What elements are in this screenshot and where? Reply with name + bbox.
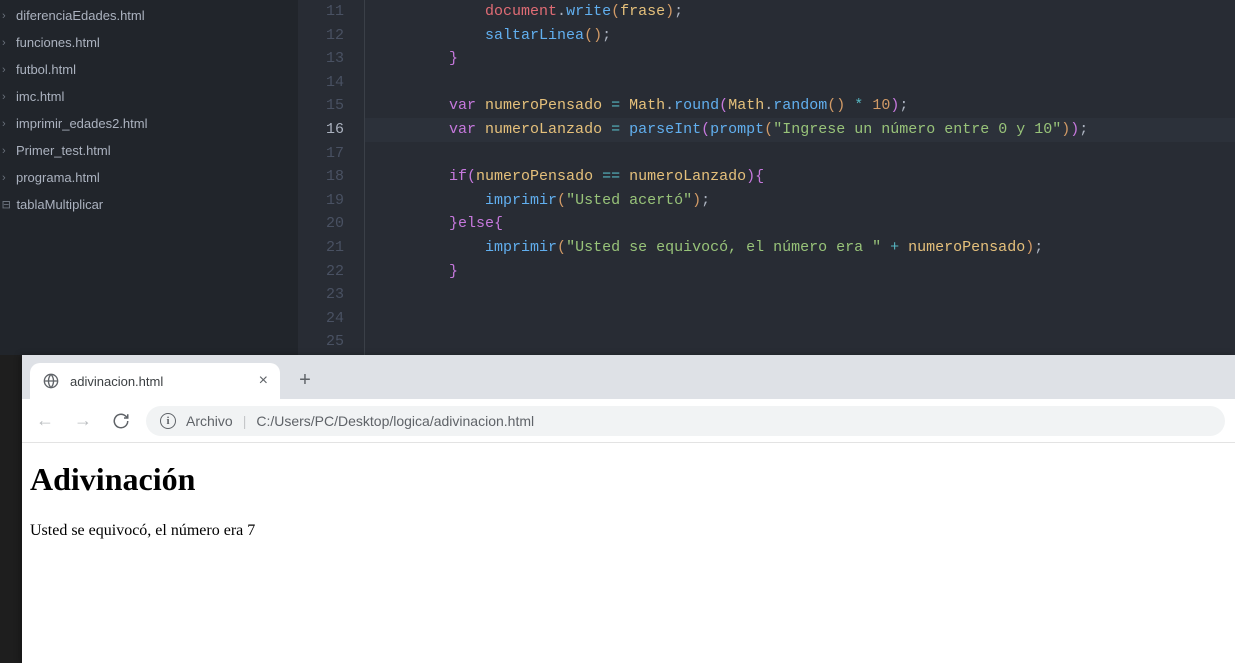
chevron-right-icon: › [2,145,10,157]
line-number: 20 [298,212,344,236]
code-line[interactable]: }else{ [365,212,1235,236]
browser-toolbar: ← → i Archivo | C:/Users/PC/Desktop/logi… [22,399,1235,443]
file-tree-label: imc.html [16,89,64,104]
file-tree-label: imprimir_edades2.html [16,116,148,131]
forward-button[interactable]: → [70,408,96,434]
chevron-right-icon: › [2,37,10,49]
line-number: 16 [298,118,344,142]
browser-window: adivinacion.html × + ← → i Archivo | C:/… [22,355,1235,663]
chevron-right-icon: › [2,118,10,130]
code-line[interactable]: if(numeroPensado == numeroLanzado){ [365,165,1235,189]
line-number: 23 [298,283,344,307]
info-icon[interactable]: i [160,413,176,429]
file-tree-item[interactable]: › Primer_test.html [0,137,298,164]
code-line[interactable]: document.write(frase); [365,0,1235,24]
browser-tab[interactable]: adivinacion.html × [30,363,280,399]
line-number-gutter: 111213141516171819202122232425 [298,0,364,355]
code-line[interactable]: saltarLinea(); [365,24,1235,48]
file-tree-item[interactable]: › programa.html [0,164,298,191]
url-path: C:/Users/PC/Desktop/logica/adivinacion.h… [256,413,534,429]
line-number: 21 [298,236,344,260]
file-tree-label: tablaMultiplicar [16,197,103,212]
line-number: 24 [298,307,344,331]
code-line[interactable] [365,71,1235,95]
page-heading: Adivinación [30,461,1227,498]
line-number: 12 [298,24,344,48]
line-number: 22 [298,260,344,284]
file-tree-label: programa.html [16,170,100,185]
close-tab-icon[interactable]: × [259,372,268,390]
url-scheme: Archivo [186,413,233,429]
code-editor: › diferenciaEdades.html › funciones.html › fu… [0,0,1235,355]
file-tree-item[interactable]: › funciones.html [0,29,298,56]
new-tab-button[interactable]: + [290,365,320,395]
file-tree-label: Primer_test.html [16,143,111,158]
back-button[interactable]: ← [32,408,58,434]
code-line[interactable] [365,330,1235,354]
chevron-right-icon: › [2,10,10,22]
code-line[interactable]: var numeroPensado = Math.round(Math.rand… [365,94,1235,118]
code-line[interactable] [365,142,1235,166]
code-line[interactable]: imprimir("Usted acertó"); [365,189,1235,213]
chevron-right-icon: › [2,172,10,184]
reload-button[interactable] [108,408,134,434]
file-tree-label: funciones.html [16,35,100,50]
line-number: 13 [298,47,344,71]
file-tree-label: diferenciaEdades.html [16,8,145,23]
file-tree-item[interactable]: › futbol.html [0,56,298,83]
code-line[interactable] [365,307,1235,331]
line-number: 19 [298,189,344,213]
line-number: 17 [298,142,344,166]
code-line[interactable]: var numeroLanzado = parseInt(prompt("Ing… [365,118,1235,142]
line-number: 14 [298,71,344,95]
file-tree-item[interactable]: ⊟ tablaMultiplicar [0,191,298,218]
browser-tabstrip: adivinacion.html × + [22,355,1235,399]
chevron-right-icon: › [2,64,10,76]
file-explorer: › diferenciaEdades.html › funciones.html › fu… [0,0,298,355]
code-line[interactable]: } [365,260,1235,284]
tab-title: adivinacion.html [70,374,163,389]
code-line[interactable] [365,283,1235,307]
code-pane: 111213141516171819202122232425 document.… [298,0,1235,355]
file-tree-label: futbol.html [16,62,76,77]
file-tree-item[interactable]: › imc.html [0,83,298,110]
line-number: 15 [298,94,344,118]
code-line[interactable]: imprimir("Usted se equivocó, el número e… [365,236,1235,260]
file-tree-item[interactable]: › diferenciaEdades.html [0,2,298,29]
folder-icon: ⊟ [2,197,10,213]
file-tree-item[interactable]: › imprimir_edades2.html [0,110,298,137]
globe-icon [42,372,60,390]
line-number: 25 [298,330,344,354]
url-separator: | [243,413,247,429]
rendered-page: Adivinación Usted se equivocó, el número… [22,443,1235,663]
code-line[interactable]: } [365,47,1235,71]
code-content[interactable]: document.write(frase); saltarLinea(); } … [364,0,1235,355]
line-number: 18 [298,165,344,189]
address-bar[interactable]: i Archivo | C:/Users/PC/Desktop/logica/a… [146,406,1225,436]
chevron-right-icon: › [2,91,10,103]
page-output: Usted se equivocó, el número era 7 [30,522,1227,540]
line-number: 11 [298,0,344,24]
